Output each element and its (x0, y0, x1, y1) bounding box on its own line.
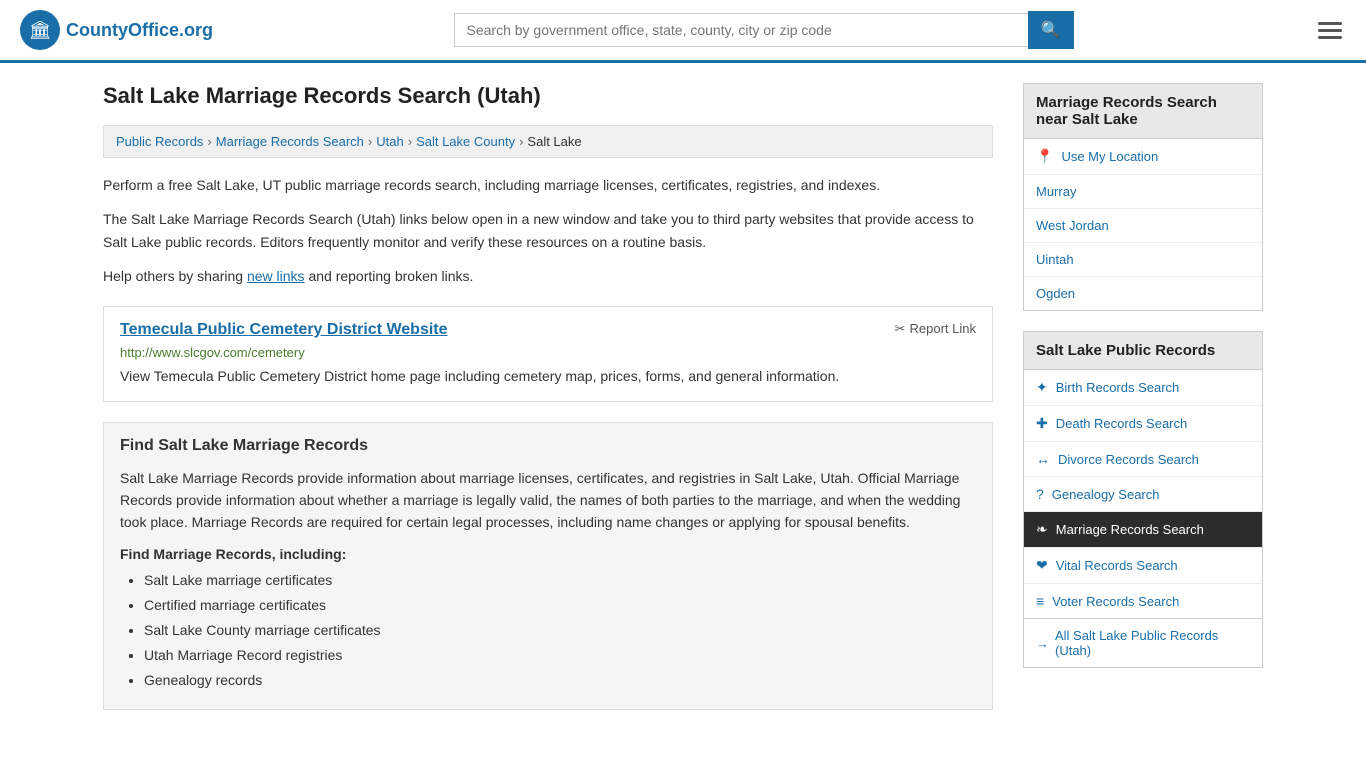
breadcrumb-sep-4: › (519, 134, 523, 149)
description-p3: Help others by sharing new links and rep… (103, 265, 993, 287)
link-card-url[interactable]: http://www.slcgov.com/cemetery (120, 345, 976, 360)
nearby-location-link[interactable]: Ogden (1036, 286, 1075, 301)
description-p1: Perform a free Salt Lake, UT public marr… (103, 174, 993, 196)
logo-area: 🏛 CountyOffice.org (20, 10, 213, 50)
logo-brand: CountyOffice (66, 20, 179, 40)
logo-icon: 🏛 (20, 10, 60, 50)
info-list: Salt Lake marriage certificates Certified… (144, 570, 976, 691)
sidebar-nearby-item[interactable]: Murray (1024, 175, 1262, 209)
info-section-p1: Salt Lake Marriage Records provide infor… (120, 467, 976, 534)
nearby-location-link[interactable]: Murray (1036, 184, 1076, 199)
sidebar-record-icon: ❧ (1036, 521, 1048, 538)
new-links-link[interactable]: new links (247, 268, 305, 284)
sidebar-record-icon: ✚ (1036, 415, 1048, 432)
breadcrumb-marriage-records[interactable]: Marriage Records Search (216, 134, 364, 149)
all-records-arrow-icon: → (1036, 636, 1049, 651)
desc-p3-prefix: Help others by sharing (103, 268, 247, 284)
sidebar-records-link[interactable]: ≡ Voter Records Search (1024, 584, 1262, 618)
sidebar-records-link[interactable]: ? Genealogy Search (1024, 477, 1262, 512)
all-records-label: All Salt Lake Public Records (Utah) (1055, 628, 1250, 658)
breadcrumb: Public Records › Marriage Records Search… (103, 125, 993, 158)
sidebar-record-label: Birth Records Search (1056, 380, 1180, 395)
report-label: Report Link (910, 321, 976, 336)
report-link-button[interactable]: ✂ Report Link (895, 321, 976, 337)
sidebar-record-icon: ↔ (1036, 451, 1050, 467)
breadcrumb-sep-1: › (207, 134, 211, 149)
sidebar-record-label: Voter Records Search (1052, 594, 1179, 609)
sidebar-record-label: Vital Records Search (1056, 558, 1178, 573)
main-layout: Salt Lake Marriage Records Search (Utah)… (83, 63, 1283, 730)
sidebar-nearby-item[interactable]: Uintah (1024, 243, 1262, 277)
breadcrumb-salt-lake-county[interactable]: Salt Lake County (416, 134, 515, 149)
use-my-location-link[interactable]: Use My Location (1061, 149, 1158, 164)
sidebar-records-link[interactable]: ↔ Divorce Records Search (1024, 442, 1262, 477)
sidebar-nearby-section: Marriage Records Search near Salt Lake 📍… (1023, 83, 1263, 311)
info-section-heading: Find Salt Lake Marriage Records (120, 437, 976, 455)
info-section-subheading: Find Marriage Records, including: (120, 546, 976, 562)
search-bar-area: 🔍 (454, 11, 1074, 49)
header: 🏛 CountyOffice.org 🔍 (0, 0, 1366, 63)
breadcrumb-sep-3: › (408, 134, 412, 149)
info-section: Find Salt Lake Marriage Records Salt Lak… (103, 422, 993, 710)
sidebar-nearby-list: 📍 Use My Location Murray West Jordan Uinta… (1023, 139, 1263, 311)
logo-text: CountyOffice.org (66, 20, 213, 41)
sidebar-record-label: Genealogy Search (1052, 487, 1160, 502)
sidebar: Marriage Records Search near Salt Lake 📍… (1023, 83, 1263, 710)
desc-p3-suffix: and reporting broken links. (305, 268, 474, 284)
nearby-location-link[interactable]: West Jordan (1036, 218, 1109, 233)
sidebar-records-link[interactable]: ✚ Death Records Search (1024, 406, 1262, 442)
logo-tld: .org (179, 20, 213, 40)
menu-button[interactable] (1314, 18, 1346, 43)
sidebar-nearby-title: Marriage Records Search near Salt Lake (1023, 83, 1263, 139)
sidebar-records-link[interactable]: ❧ Marriage Records Search (1024, 512, 1262, 548)
breadcrumb-public-records[interactable]: Public Records (116, 134, 203, 149)
content-area: Salt Lake Marriage Records Search (Utah)… (103, 83, 993, 710)
link-card: Temecula Public Cemetery District Websit… (103, 306, 993, 402)
sidebar-record-icon: ? (1036, 486, 1044, 502)
location-icon: 📍 (1036, 148, 1053, 165)
sidebar-records-link[interactable]: ❤ Vital Records Search (1024, 548, 1262, 584)
list-item: Salt Lake County marriage certificates (144, 620, 976, 641)
sidebar-record-icon: ✦ (1036, 379, 1048, 396)
link-card-desc: View Temecula Public Cemetery District h… (120, 366, 976, 387)
search-input[interactable] (454, 13, 1028, 47)
list-item: Utah Marriage Record registries (144, 645, 976, 666)
sidebar-nearby-item[interactable]: Ogden (1024, 277, 1262, 310)
nearby-location-link[interactable]: Uintah (1036, 252, 1074, 267)
search-button[interactable]: 🔍 (1028, 11, 1074, 49)
link-card-header: Temecula Public Cemetery District Websit… (120, 321, 976, 339)
sidebar-records-list: ✦ Birth Records Search ✚ Death Records Sear… (1023, 370, 1263, 619)
breadcrumb-utah[interactable]: Utah (376, 134, 403, 149)
breadcrumb-current: Salt Lake (527, 134, 581, 149)
breadcrumb-sep-2: › (368, 134, 372, 149)
sidebar-record-label: Marriage Records Search (1056, 522, 1204, 537)
nearby-locations-list: Murray West Jordan Uintah Ogden (1024, 175, 1262, 310)
list-item: Certified marriage certificates (144, 595, 976, 616)
sidebar-record-label: Death Records Search (1056, 416, 1188, 431)
list-item: Salt Lake marriage certificates (144, 570, 976, 591)
sidebar-record-icon: ❤ (1036, 557, 1048, 574)
sidebar-nearby-item[interactable]: West Jordan (1024, 209, 1262, 243)
sidebar-record-icon: ≡ (1036, 593, 1044, 609)
link-card-title[interactable]: Temecula Public Cemetery District Websit… (120, 321, 448, 339)
sidebar-record-label: Divorce Records Search (1058, 452, 1199, 467)
description-p2: The Salt Lake Marriage Records Search (U… (103, 208, 993, 253)
sidebar-use-my-location[interactable]: 📍 Use My Location (1024, 139, 1262, 175)
page-title: Salt Lake Marriage Records Search (Utah) (103, 83, 993, 109)
list-item: Genealogy records (144, 670, 976, 691)
sidebar-records-title: Salt Lake Public Records (1023, 331, 1263, 370)
sidebar-all-records-link[interactable]: → All Salt Lake Public Records (Utah) (1023, 619, 1263, 668)
report-icon: ✂ (895, 321, 906, 337)
sidebar-records-section: Salt Lake Public Records ✦ Birth Records … (1023, 331, 1263, 668)
sidebar-records-link[interactable]: ✦ Birth Records Search (1024, 370, 1262, 406)
